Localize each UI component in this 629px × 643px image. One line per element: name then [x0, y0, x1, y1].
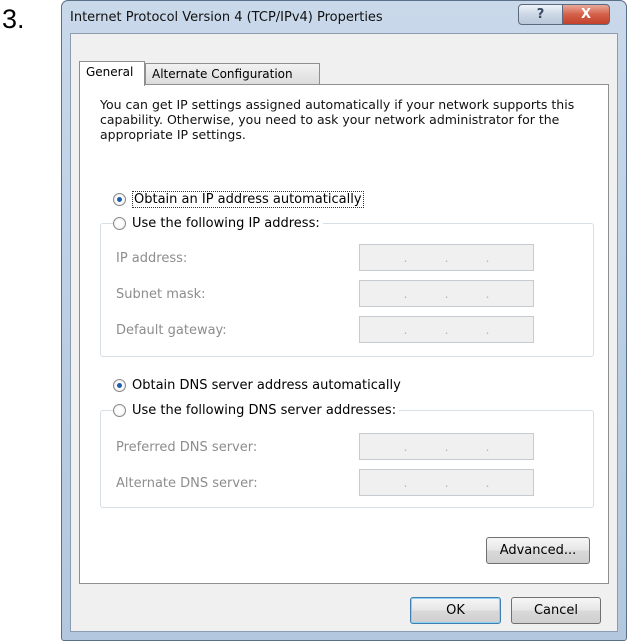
ok-button[interactable]: OK: [410, 597, 501, 624]
intro-text: You can get IP settings assigned automat…: [100, 97, 575, 142]
use-following-ip-label: Use the following IP address:: [132, 216, 320, 231]
default-gateway-label: Default gateway:: [116, 323, 227, 338]
dialog-window: Internet Protocol Version 4 (TCP/IPv4) P…: [61, 0, 627, 641]
alternate-dns-label: Alternate DNS server:: [116, 476, 258, 491]
preferred-dns-field[interactable]: ...: [359, 433, 534, 460]
subnet-mask-label: Subnet mask:: [116, 287, 206, 302]
alternate-dns-field[interactable]: ...: [359, 469, 534, 496]
dialog-title: Internet Protocol Version 4 (TCP/IPv4) P…: [70, 10, 383, 25]
use-following-ip-radio[interactable]: [113, 217, 126, 230]
obtain-dns-auto-radio[interactable]: [113, 379, 126, 392]
tab-alternate-configuration[interactable]: Alternate Configuration: [145, 63, 320, 84]
step-number: 3.: [2, 4, 25, 34]
obtain-ip-auto-label: Obtain an IP address automatically: [132, 191, 364, 208]
default-gateway-field[interactable]: ...: [359, 316, 534, 343]
use-following-dns-option[interactable]: Use the following DNS server addresses:: [113, 403, 400, 418]
tab-general[interactable]: General: [79, 61, 145, 86]
use-following-ip-option[interactable]: Use the following IP address:: [113, 216, 323, 231]
help-button[interactable]: ?: [518, 4, 563, 25]
ip-address-label: IP address:: [116, 251, 188, 266]
title-bar[interactable]: Internet Protocol Version 4 (TCP/IPv4) P…: [62, 1, 626, 35]
cancel-button[interactable]: Cancel: [511, 597, 601, 624]
preferred-dns-label: Preferred DNS server:: [116, 440, 258, 455]
subnet-mask-field[interactable]: ...: [359, 280, 534, 307]
use-following-dns-label: Use the following DNS server addresses:: [132, 403, 397, 418]
obtain-ip-auto-radio[interactable]: [113, 193, 126, 206]
advanced-button[interactable]: Advanced...: [486, 537, 590, 564]
obtain-ip-auto-option[interactable]: Obtain an IP address automatically: [113, 191, 367, 208]
dialog-client-area: General Alternate Configuration You can …: [70, 33, 618, 632]
ip-address-field[interactable]: ...: [359, 244, 534, 271]
obtain-dns-auto-label: Obtain DNS server address automatically: [132, 378, 401, 393]
obtain-dns-auto-option[interactable]: Obtain DNS server address automatically: [113, 378, 404, 393]
close-button[interactable]: X: [562, 4, 610, 25]
use-following-dns-radio[interactable]: [113, 404, 126, 417]
general-tab-panel: You can get IP settings assigned automat…: [79, 84, 609, 584]
